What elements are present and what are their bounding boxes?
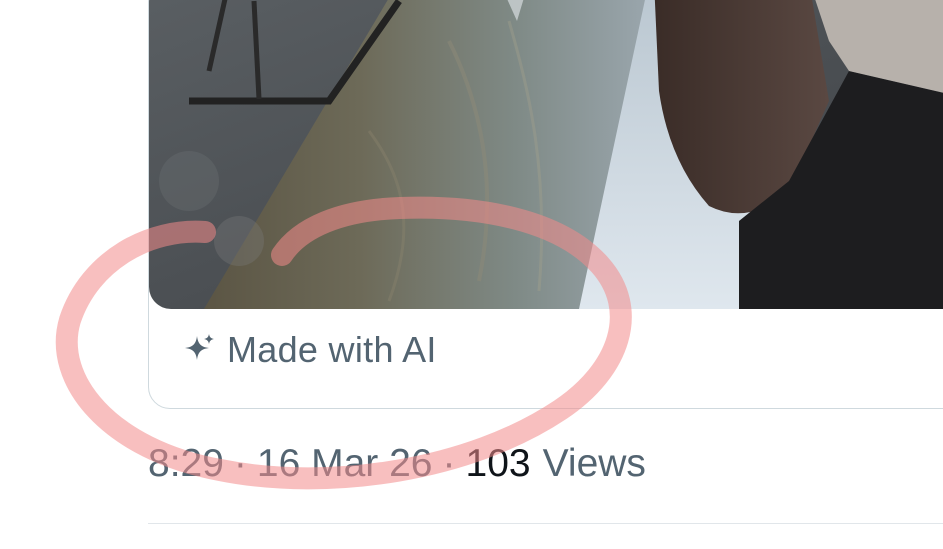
ai-label-text: Made with AI [227, 329, 437, 370]
ai-label[interactable]: Made with AI [181, 325, 437, 375]
post-time[interactable]: 8:29 [148, 442, 224, 486]
post-image[interactable] [149, 0, 943, 309]
meta-separator: · [233, 442, 247, 485]
post-detail: Made with AI 8:29 · 16 Mar 26 · 103 View… [0, 0, 943, 549]
meta-separator: · [442, 442, 456, 485]
media-card[interactable]: Made with AI [148, 0, 943, 409]
post-meta: 8:29 · 16 Mar 26 · 103 Views [148, 436, 646, 492]
divider [148, 523, 943, 524]
sparkle-icon [185, 334, 214, 360]
views-label[interactable]: Views [543, 442, 646, 486]
views-count[interactable]: 103 [466, 442, 531, 486]
post-date[interactable]: 16 Mar 26 [257, 442, 433, 486]
